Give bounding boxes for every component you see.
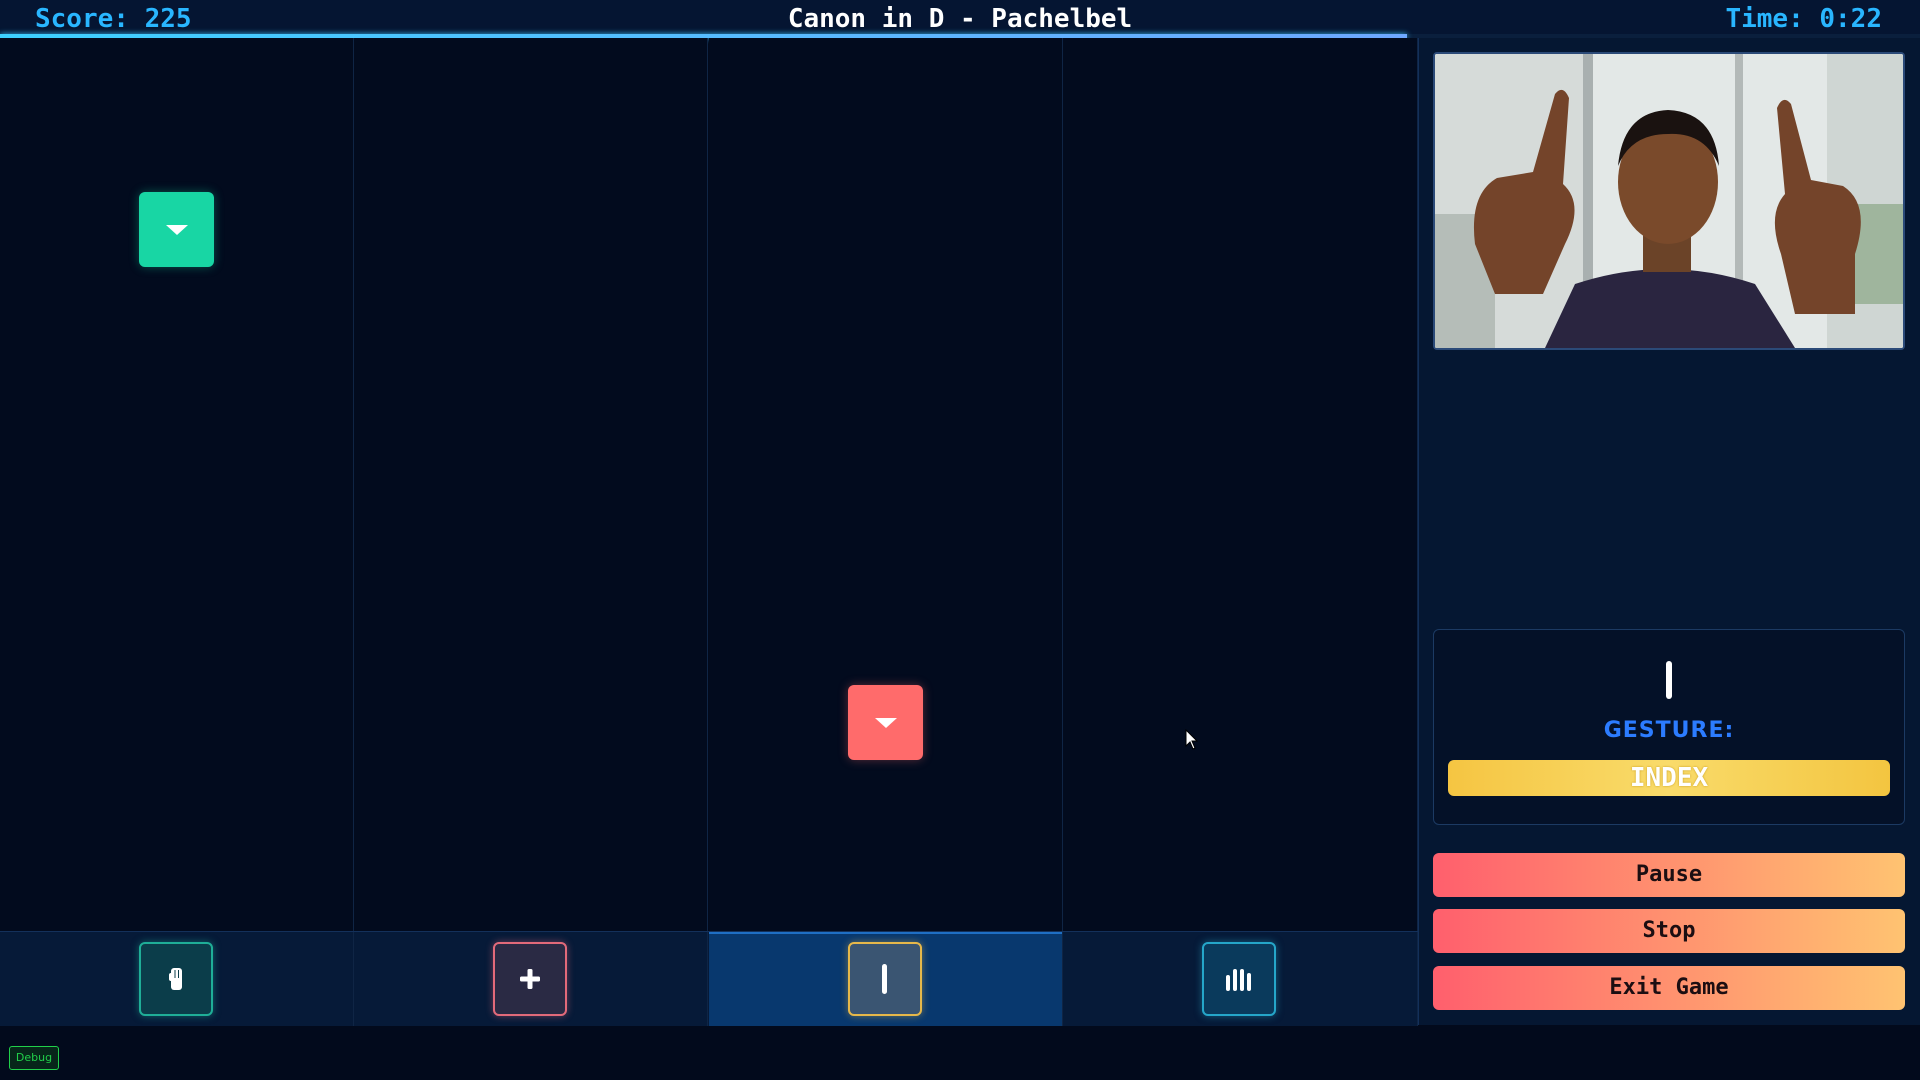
four-fingers-gesture-key[interactable] <box>1202 942 1276 1016</box>
gesture-label: GESTURE: <box>1603 718 1735 743</box>
index-finger-icon <box>1666 661 1672 699</box>
index-gesture-key[interactable] <box>848 942 922 1016</box>
arrow-down-icon <box>874 717 897 728</box>
falling-note <box>848 685 923 760</box>
gesture-indicator: GESTURE: INDEX <box>1433 629 1905 825</box>
index-finger-icon <box>882 964 887 994</box>
lane-1 <box>0 38 354 931</box>
plus-gesture-key[interactable] <box>493 942 567 1016</box>
fist-gesture-key[interactable] <box>139 942 213 1016</box>
mouse-cursor-icon <box>1185 729 1199 750</box>
stop-button[interactable]: Stop <box>1433 909 1905 953</box>
top-bar: Score: 225 Canon in D - Pachelbel Time: … <box>0 0 1920 34</box>
gesture-key-row <box>0 931 1418 1026</box>
key-cell-4 <box>1063 932 1418 1026</box>
time-display: Time: 0:22 <box>1725 4 1882 34</box>
debug-button[interactable]: Debug <box>9 1046 59 1070</box>
score-display: Score: 225 <box>35 4 192 34</box>
pause-button[interactable]: Pause <box>1433 853 1905 897</box>
fist-icon <box>169 968 182 990</box>
exit-game-button[interactable]: Exit Game <box>1433 966 1905 1010</box>
key-cell-3 <box>709 932 1063 1026</box>
gesture-value: INDEX <box>1448 760 1890 796</box>
lane-2 <box>354 38 708 931</box>
play-field <box>0 38 1418 931</box>
arrow-down-icon <box>165 224 188 235</box>
webcam-preview <box>1433 52 1905 350</box>
lane-3 <box>709 38 1063 931</box>
side-panel: GESTURE: INDEX Pause Stop Exit Game <box>1418 38 1920 1025</box>
key-cell-1 <box>0 932 354 1026</box>
song-title: Canon in D - Pachelbel <box>787 4 1133 34</box>
webcam-person-image <box>1435 54 1903 348</box>
lane-4 <box>1063 38 1418 931</box>
four-fingers-icon <box>1226 969 1251 991</box>
falling-note <box>139 192 214 267</box>
key-cell-2 <box>354 932 708 1026</box>
plus-icon <box>520 969 540 989</box>
